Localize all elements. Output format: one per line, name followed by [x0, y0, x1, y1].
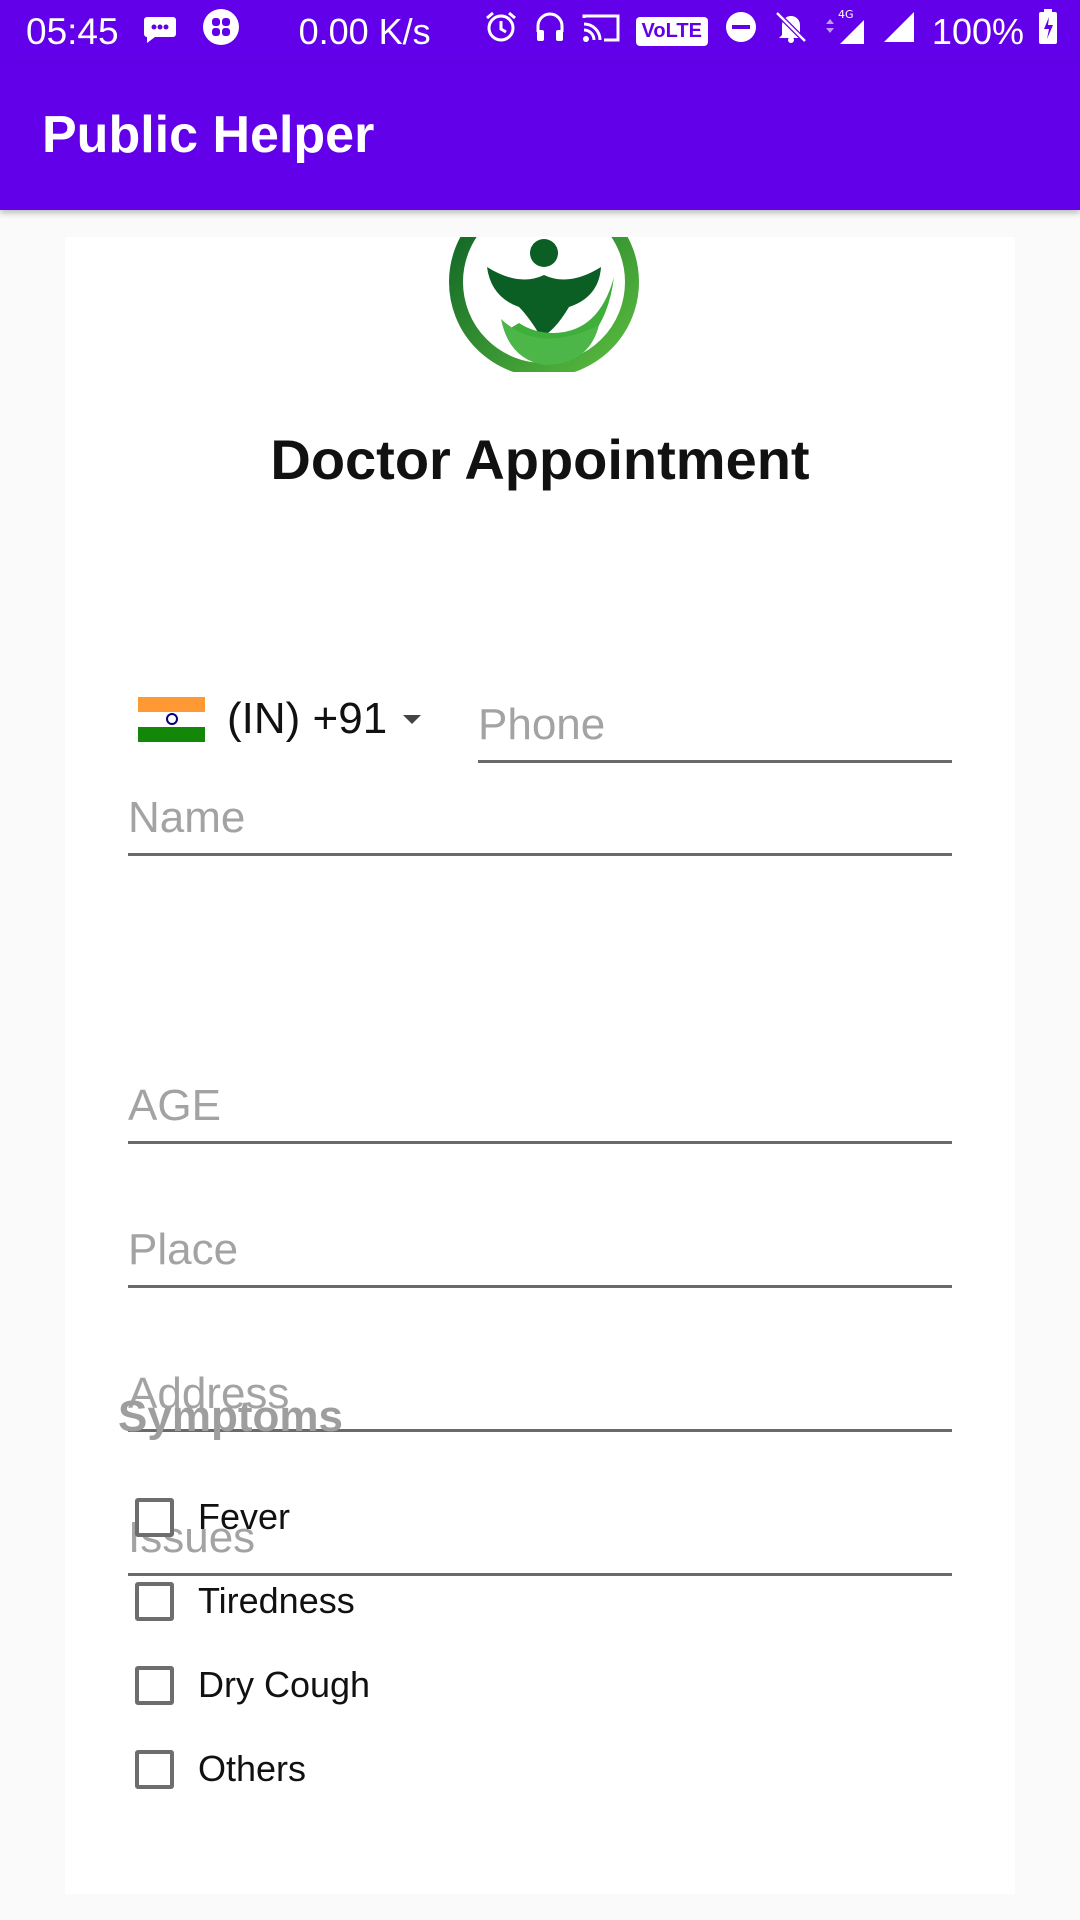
- volte-icon: VoLTE: [635, 17, 708, 46]
- checkbox-label: Fever: [198, 1496, 291, 1537]
- app-icon: [201, 7, 241, 56]
- country-code-picker[interactable]: (IN) +91: [138, 684, 458, 754]
- age-placeholder: AGE: [128, 1081, 221, 1130]
- status-bar: 05:45 0.00 K/s VoLTE 4G 100%: [0, 0, 1080, 63]
- symptom-checkbox-dry-cough[interactable]: Dry Cough: [135, 1657, 370, 1713]
- form-title: Doctor Appointment: [270, 428, 810, 491]
- dropdown-arrow-icon: [403, 714, 422, 724]
- symptom-checkbox-others[interactable]: Others: [135, 1741, 306, 1797]
- checkbox[interactable]: [135, 1749, 174, 1789]
- place-placeholder: Place: [128, 1225, 239, 1274]
- checkbox-label: Dry Cough: [198, 1664, 371, 1705]
- svg-text:4G: 4G: [838, 8, 854, 21]
- symptom-checkbox-tiredness[interactable]: Tiredness: [135, 1573, 355, 1629]
- status-time: 05:45: [26, 10, 119, 52]
- appointment-form-card: Doctor Appointment Name (IN) +91 Phone A…: [65, 237, 1015, 1894]
- symptoms-label: Symptoms: [118, 1392, 343, 1441]
- name-field[interactable]: Name: [128, 781, 952, 856]
- bell-off-icon: [774, 10, 808, 53]
- app-logo: [449, 237, 639, 372]
- checkbox[interactable]: [135, 1581, 174, 1621]
- app-title: Public Helper: [42, 106, 375, 164]
- checkbox[interactable]: [135, 1665, 174, 1705]
- net-speed: 0.00 K/s: [298, 10, 431, 52]
- cast-icon: [582, 11, 620, 53]
- country-code: (IN) +91: [227, 694, 388, 743]
- phone-placeholder: Phone: [478, 700, 606, 749]
- battery-percent: 100%: [931, 10, 1024, 52]
- signal-4g-icon: 4G: [824, 8, 866, 55]
- battery-icon: [1038, 9, 1058, 54]
- dnd-icon: [724, 10, 758, 53]
- symptom-checkbox-fever[interactable]: Fever: [135, 1489, 290, 1545]
- headphones-icon: [534, 10, 566, 53]
- name-placeholder: Name: [128, 793, 246, 842]
- message-icon: [143, 11, 177, 53]
- phone-field[interactable]: Phone: [478, 681, 952, 763]
- signal-icon: [882, 10, 916, 53]
- app-bar: Public Helper: [0, 63, 1080, 210]
- checkbox[interactable]: [135, 1497, 174, 1537]
- place-field[interactable]: Place: [128, 1213, 952, 1288]
- alarm-icon: [484, 10, 518, 53]
- checkbox-label: Tiredness: [198, 1580, 355, 1621]
- age-field[interactable]: AGE: [128, 1069, 952, 1144]
- checkbox-label: Others: [198, 1748, 307, 1789]
- india-flag-icon: [138, 696, 205, 742]
